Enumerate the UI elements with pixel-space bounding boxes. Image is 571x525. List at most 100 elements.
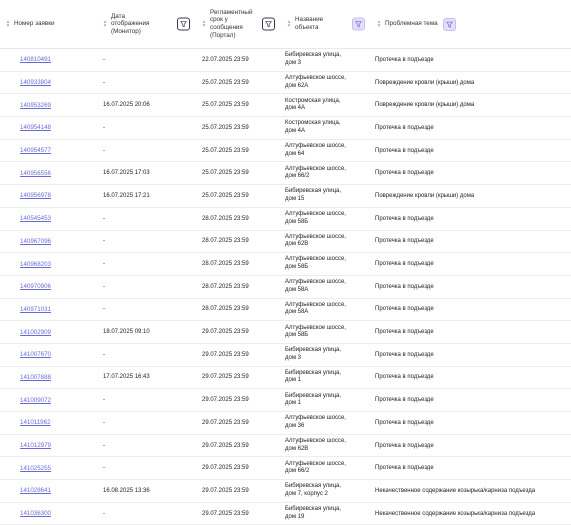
table-row[interactable]: 140967096-28.07.2025 23:59 Алтуфьевское ш… — [0, 230, 571, 254]
cell-object: Алтуфьевское шоссе, дом 58Б — [281, 320, 371, 344]
cell-topic: Повреждение кровли (крыши) дома — [371, 93, 571, 118]
table-row[interactable]: 140968203-28.07.2025 23:59 Алтуфьевское ш… — [0, 252, 571, 276]
request-number-link[interactable]: 140967096 — [20, 238, 51, 245]
request-number-link[interactable]: 140953269 — [20, 102, 51, 109]
cell-number: 141007888 — [0, 366, 97, 390]
cell-topic: Протечка в подъезде — [371, 343, 571, 367]
cell-deadline: 28.07.2025 23:59 — [196, 207, 281, 231]
table-row[interactable]: 140933804-25.07.2025 23:59 Алтуфьевское ш… — [0, 71, 571, 95]
table-row[interactable]: 141012979-29.07.2025 23:59 Алтуфьевское ш… — [0, 434, 571, 458]
cell-number: 140968203 — [0, 252, 97, 276]
filter-icon — [355, 21, 362, 28]
table-row[interactable]: 140971031-28.07.2025 23:59 Алтуфьевское ш… — [0, 298, 571, 322]
cell-topic: Некачественное содержание козырька/карни… — [371, 502, 571, 525]
object-line: дом 58Б — [285, 218, 309, 225]
cell-object: Алтуфьевское шоссе, дом 58А — [281, 275, 371, 299]
cell-topic: Протечка в подъезде — [371, 434, 571, 458]
sort-icon[interactable]: ▲ ▼ — [285, 20, 293, 29]
column-header-deadline-label: Регламентный срок у сообщения (Портал) — [210, 8, 253, 39]
table-row[interactable]: 140970906-28.07.2025 23:59 Алтуфьевское ш… — [0, 275, 571, 299]
cell-object: Бибиревская улица, дом 1 — [281, 388, 371, 412]
request-number-link[interactable]: 141028641 — [20, 487, 51, 494]
request-number-link[interactable]: 140810491 — [20, 56, 51, 63]
filter-button[interactable] — [262, 17, 275, 31]
sort-icon[interactable]: ▲ ▼ — [4, 20, 12, 29]
request-number-link[interactable]: 141007888 — [20, 374, 51, 381]
column-header-display-date[interactable]: ▲ ▼ Дата отображения (Монитор) — [97, 0, 196, 49]
cell-topic: Протечка в подъезде — [371, 320, 571, 344]
filter-button-active[interactable] — [442, 17, 456, 31]
table-row[interactable]: 140956978 16.07.2025 17:21 25.07.2025 23:5… — [0, 184, 571, 208]
table-row[interactable]: 141002909 18.07.2025 09:10 29.07.2025 23:5… — [0, 320, 571, 344]
request-number-link[interactable]: 140971031 — [20, 306, 51, 313]
cell-number: 141011962 — [0, 411, 97, 435]
filter-icon — [445, 21, 453, 28]
table-row[interactable]: 141036300-29.07.2025 23:59 Бибиревская ул… — [0, 502, 571, 525]
column-header-deadline[interactable]: ▲ ▼ Регламентный срок у сообщения (Портал… — [196, 0, 281, 49]
cell-object: Алтуфьевское шоссе, дом 58А — [281, 298, 371, 322]
request-number-link[interactable]: 141011962 — [20, 419, 51, 426]
column-header-topic[interactable]: ▲ ▼ Проблемная тема — [371, 0, 571, 49]
column-header-topic-label: Проблемная тема — [385, 20, 438, 28]
object-line: Алтуфьевское шоссе, — [285, 437, 346, 444]
request-number-link[interactable]: 140954148 — [20, 124, 51, 131]
request-number-link[interactable]: 140968203 — [20, 261, 51, 268]
request-number-link[interactable]: 140970906 — [20, 283, 51, 290]
table-row[interactable]: 140953269 16.07.2025 20:06 25.07.2025 23:5… — [0, 93, 571, 118]
table-row[interactable]: 141007670-29.07.2025 23:59 Бибиревская ул… — [0, 343, 571, 367]
request-number-link[interactable]: 140956978 — [20, 192, 51, 199]
table-row[interactable]: 140810491-22.07.2025 23:59 Бибиревская ул… — [0, 48, 571, 72]
request-number-link[interactable]: 141009072 — [20, 397, 51, 404]
table-row[interactable]: 141009072-29.07.2025 23:59 Бибиревская ул… — [0, 388, 571, 412]
cell-object: Бибиревская улица, дом 15 — [281, 184, 371, 208]
filter-button[interactable] — [177, 17, 190, 31]
cell-number: 141002909 — [0, 320, 97, 344]
object-line: Алтуфьевское шоссе, — [285, 279, 346, 286]
cell-display-date: - — [97, 48, 196, 72]
cell-deadline: 29.07.2025 23:59 — [196, 411, 281, 435]
table-row[interactable]: 141028641 16.08.2025 13:36 29.07.2025 23:5… — [0, 479, 571, 503]
cell-deadline: 29.07.2025 23:59 — [196, 366, 281, 390]
request-number-link[interactable]: 140956556 — [20, 170, 51, 177]
cell-number: 140810491 — [0, 48, 97, 72]
request-number-link[interactable]: 140933804 — [20, 79, 51, 86]
table-row[interactable]: 141025255-29.07.2025 23:59 Алтуфьевское ш… — [0, 456, 571, 481]
object-line: Бибиревская улица, — [285, 347, 342, 354]
column-header-object[interactable]: ▲ ▼ Название объекта — [281, 0, 371, 49]
requests-table: ▲ ▼ Номер заявки ▲ ▼ Дата отображения (Мон… — [0, 0, 571, 525]
cell-topic: Протечка в подъезде — [371, 388, 571, 412]
request-number-link[interactable]: 141025255 — [20, 465, 51, 472]
sort-icon[interactable]: ▲ ▼ — [375, 20, 383, 29]
request-number-link[interactable]: 141002909 — [20, 329, 51, 336]
column-header-number[interactable]: ▲ ▼ Номер заявки — [0, 0, 97, 49]
table-row[interactable]: 140956556 16.07.2025 17:03 25.07.2025 23:5… — [0, 161, 571, 186]
sort-icon[interactable]: ▲ ▼ — [101, 20, 109, 29]
table-row[interactable]: 140545453-28.07.2025 23:59 Алтуфьевское ш… — [0, 207, 571, 231]
filter-button-active[interactable] — [352, 17, 365, 31]
request-number-link[interactable]: 141036300 — [20, 510, 51, 517]
sort-icon[interactable]: ▲ ▼ — [200, 20, 208, 29]
object-line: Алтуфьевское шоссе, — [285, 301, 346, 308]
filter-icon — [180, 21, 187, 28]
object-line: дом 3 — [285, 354, 301, 361]
object-line: дом 66/2 — [285, 468, 310, 475]
request-number-link[interactable]: 140954577 — [20, 147, 51, 154]
table-row[interactable]: 140954148-25.07.2025 23:59 Костромская ул… — [0, 116, 571, 140]
cell-deadline: 28.07.2025 23:59 — [196, 230, 281, 254]
cell-number: 141007670 — [0, 343, 97, 367]
object-line: дом 62В — [285, 241, 309, 248]
table-row[interactable]: 141011962-29.07.2025 23:59 Алтуфьевское ш… — [0, 411, 571, 435]
table-row[interactable]: 140954577-25.07.2025 23:59 Алтуфьевское ш… — [0, 139, 571, 163]
object-line: Бибиревская улица, — [285, 483, 342, 490]
table-row[interactable]: 141007888 17.07.2025 16:43 29.07.2025 23:5… — [0, 366, 571, 390]
cell-object: Бибиревская улица, дом 1 — [281, 366, 371, 390]
cell-topic: Повреждение кровли (крыши) дома — [371, 184, 571, 208]
cell-number: 141036300 — [0, 502, 97, 525]
request-number-link[interactable]: 140545453 — [20, 215, 51, 222]
object-line: Алтуфьевское шоссе, — [285, 324, 346, 331]
cell-object: Алтуфьевское шоссе, дом 64 — [281, 139, 371, 163]
request-number-link[interactable]: 141012979 — [20, 442, 51, 449]
cell-display-date: - — [97, 502, 196, 525]
cell-deadline: 25.07.2025 23:59 — [196, 139, 281, 163]
request-number-link[interactable]: 141007670 — [20, 351, 51, 358]
